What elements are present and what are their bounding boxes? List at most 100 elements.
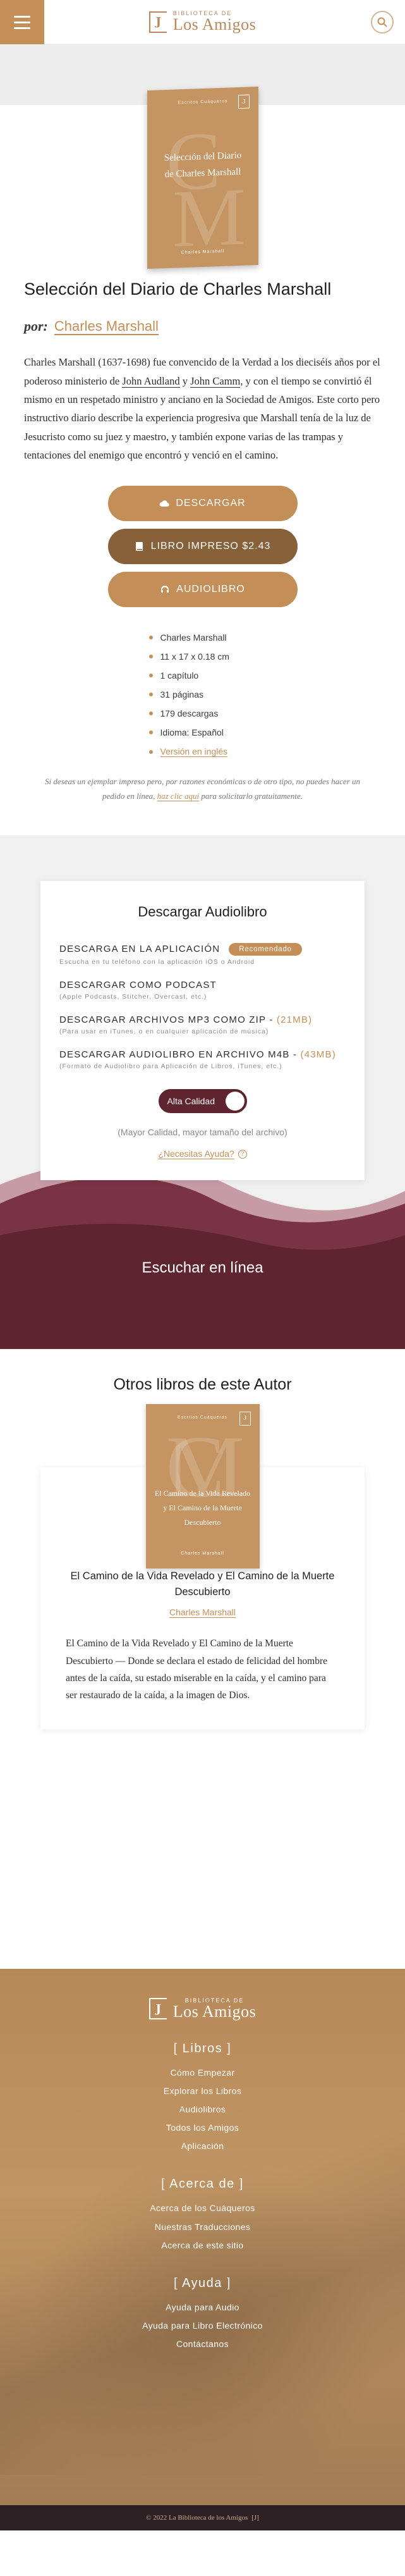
john-camm-link[interactable]: John Camm	[190, 374, 241, 388]
quality-note: (Mayor Calidad, mayor tamaño del archivo…	[118, 1126, 287, 1137]
description-text: y	[179, 374, 191, 387]
search-icon	[377, 17, 387, 27]
audiobook-card: Descargar Audiolibro Descarga en la Apli…	[40, 880, 365, 1181]
menu-bar-icon	[14, 21, 30, 23]
option-label: Descargar Audiolibro en Archivo M4B -	[59, 1049, 301, 1060]
spec-downloads: 179 descargas	[149, 708, 257, 718]
download-m4b-option[interactable]: Descargar Audiolibro en Archivo M4B - (4…	[59, 1049, 346, 1070]
footer-link[interactable]: Nuestras Traducciones	[0, 2218, 405, 2236]
book-cover: Escritos Cuáqueros J C M Selección del D…	[147, 86, 258, 269]
audiobook-button-label: Audiolibro	[176, 584, 245, 595]
book-icon	[135, 542, 143, 552]
footer-heading: [ Acerca de ]	[161, 2177, 244, 2191]
footer-link[interactable]: Contáctanos	[0, 2335, 405, 2353]
footer-heading-label: Ayuda	[182, 2276, 222, 2290]
other-books-title: Otros libros de este Autor	[113, 1375, 292, 1393]
john-audland-link[interactable]: John Audland	[122, 374, 180, 388]
footer-link[interactable]: Acerca de los Cuáqueros	[0, 2199, 405, 2217]
hamburger-menu-button[interactable]	[0, 0, 44, 44]
book-cover-title: Selección del Diario de Charles Marshall	[164, 150, 241, 180]
byline-prefix: por:	[24, 318, 48, 335]
print-book-button[interactable]: Libro Impreso $2.43	[107, 529, 298, 565]
english-version-link[interactable]: Versión en inglés	[160, 746, 228, 758]
search-button[interactable]	[371, 11, 394, 34]
footer-link[interactable]: Todos los Amigos	[0, 2119, 405, 2137]
logo-big-text: Los Amigos	[172, 15, 257, 34]
download-button[interactable]: Descargar	[107, 486, 298, 522]
menu-bar-icon	[14, 27, 30, 29]
help-link[interactable]: ¿Necesitas Ayuda??	[59, 1148, 346, 1159]
book-card-cover: Escritos Cuáqueros J C M El Camino de la…	[145, 1403, 260, 1568]
book-card-description: El Camino de la Vida Revelado y El Camin…	[66, 1638, 328, 1701]
option-label: Descarga en la Aplicación	[59, 944, 221, 955]
logo-mark-icon: J	[148, 1998, 167, 2020]
footer-link[interactable]: Cómo Empezar	[0, 2064, 405, 2082]
footer-link[interactable]: Ayuda para Audio	[0, 2298, 405, 2317]
option-description: (Formato de Audiolibro para Aplicación d…	[59, 1062, 282, 1070]
author-link[interactable]: Charles Marshall	[54, 318, 159, 336]
footer-logo-mark-icon: [J]	[251, 2513, 259, 2522]
book-description: Charles Marshall (1637-1698) fue convenc…	[24, 353, 381, 464]
footer-logo[interactable]: J Biblioteca de Los Amigos	[0, 1997, 405, 2021]
file-size: (43MB)	[300, 1049, 336, 1060]
spec-english-version: Versión en inglés	[149, 746, 257, 758]
site-header: J Biblioteca de Los Amigos	[0, 0, 405, 44]
notice-text: para solicitarlo gratuitamente.	[199, 791, 303, 801]
book-card-author-link[interactable]: Charles Marshall	[169, 1607, 236, 1618]
spec-language: Idioma: Español	[149, 727, 257, 737]
print-book-button-label: Libro Impreso $2.43	[150, 541, 271, 552]
copyright-bar: © 2022 La Biblioteca de los Amigos [J]	[0, 2505, 405, 2530]
author-byline: por: Charles Marshall	[24, 318, 381, 336]
spec-dimensions: 11 x 17 x 0.18 cm	[149, 651, 257, 662]
download-button-label: Descargar	[176, 498, 246, 509]
footer-link[interactable]: Audiolibros	[0, 2100, 405, 2119]
free-copy-notice: Si deseas un ejemplar impreso pero, por …	[43, 775, 362, 804]
footer-link[interactable]: Ayuda para Libro Electrónico	[0, 2317, 405, 2335]
book-details: Selección del Diario de Charles Marshall…	[0, 278, 405, 804]
cloud-icon	[159, 500, 170, 507]
footer-link[interactable]: Acerca de este sitio	[0, 2236, 405, 2255]
footer-group-libros: [ Libros ] Cómo Empezar Explorar los Lib…	[0, 2042, 405, 2156]
option-label: Descargar como Podcast	[59, 979, 217, 990]
download-podcast-option[interactable]: Descargar como Podcast (Apple Podcasts, …	[59, 980, 346, 1001]
footer-group-acerca: [ Acerca de ] Acerca de los Cuáqueros Nu…	[0, 2177, 405, 2254]
request-free-copy-link[interactable]: haz clic aquí	[157, 791, 200, 802]
logo-mark-icon: J	[148, 11, 167, 33]
headphones-icon	[161, 586, 169, 593]
footer-link-app[interactable]: Aplicación	[0, 2137, 405, 2155]
help-link-label: ¿Necesitas Ayuda?	[158, 1148, 234, 1159]
recommended-badge: Recomendado	[229, 942, 302, 956]
listen-online-label: Escuchar en línea	[142, 1259, 263, 1276]
site-footer: J Biblioteca de Los Amigos [ Libros ] Có…	[0, 1968, 405, 2530]
audiobook-section: Descargar Audiolibro Descarga en la Apli…	[0, 835, 405, 1349]
download-mp3-zip-option[interactable]: Descargar Archivos MP3 como ZIP - (21MB)…	[59, 1014, 346, 1035]
footer-heading-label: Acerca de	[169, 2177, 235, 2191]
book-card[interactable]: Escritos Cuáqueros J C M El Camino de la…	[40, 1403, 365, 1729]
listen-online-link[interactable]: Escuchar en línea	[0, 1259, 405, 1277]
logo-big-text: Los Amigos	[172, 2002, 257, 2021]
audiobook-button[interactable]: Audiolibro	[107, 572, 298, 608]
question-circle-icon: ?	[238, 1150, 247, 1159]
toggle-knob	[225, 1091, 245, 1111]
spec-chapters: 1 capítulo	[149, 670, 257, 681]
spec-author: Charles Marshall	[149, 632, 257, 643]
spec-pages: 31 páginas	[149, 689, 257, 699]
option-label: Descargar Archivos MP3 como ZIP -	[59, 1014, 277, 1025]
audiobook-title: Descargar Audiolibro	[138, 903, 267, 920]
copyright-text: © 2022 La Biblioteca de los Amigos	[146, 2513, 248, 2522]
footer-heading: [ Libros ]	[173, 2041, 232, 2055]
footer-link[interactable]: Explorar los Libros	[0, 2082, 405, 2100]
option-description: Escucha en tu teléfono con la aplicación…	[59, 958, 255, 966]
book-cover-monogram: M	[172, 171, 246, 265]
file-size: (21MB)	[276, 1014, 313, 1025]
download-app-option[interactable]: Descarga en la Aplicación Recomendado Esc…	[59, 942, 346, 966]
book-cover-author: Charles Marshall	[181, 1551, 224, 1556]
toggle-label: Alta Calidad	[167, 1095, 215, 1106]
option-description: (Para usar en iTunes, o en cualquier apl…	[59, 1027, 269, 1035]
site-logo[interactable]: J Biblioteca de Los Amigos	[148, 11, 257, 34]
footer-heading-label: Libros	[182, 2041, 223, 2055]
book-hero: Escritos Cuáqueros J C M Selección del D…	[0, 44, 405, 273]
option-description: (Apple Podcasts, Stitcher, Overcast, etc…	[59, 992, 207, 1001]
book-card-title[interactable]: El Camino de la Vida Revelado y El Camin…	[66, 1568, 339, 1600]
high-quality-toggle[interactable]: Alta Calidad	[158, 1088, 247, 1113]
